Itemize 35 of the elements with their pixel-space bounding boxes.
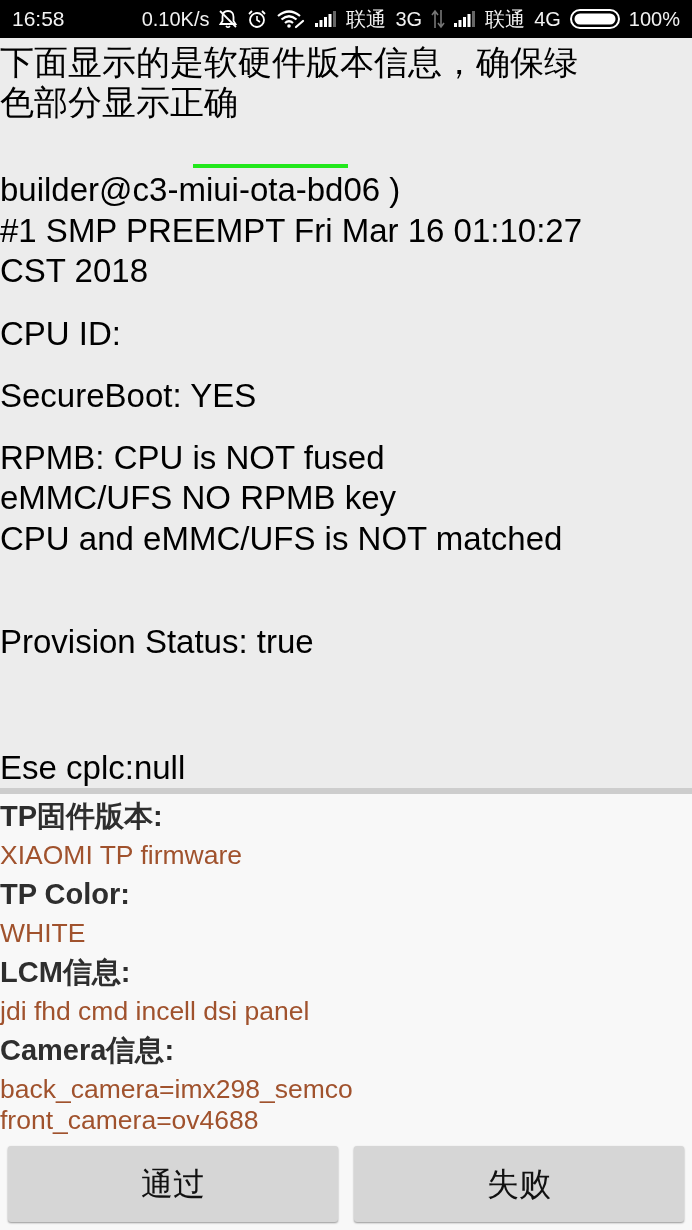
info-text: Provision Status: true [0, 622, 315, 662]
info-text: eMMC/UFS NO RPMB key [0, 478, 398, 518]
detail-value: WHITE [0, 917, 87, 950]
clock-time: 16:58 [12, 6, 65, 33]
pass-button[interactable]: 通过 [8, 1146, 338, 1222]
info-text: CPU and eMMC/UFS is NOT matched [0, 518, 564, 559]
network-speed: 0.10K/s [141, 7, 210, 32]
info-text: SecureBoot: YES [0, 376, 258, 416]
data-arrows-icon [431, 9, 446, 29]
signal-icon [315, 11, 338, 27]
info-text: RPMB: CPU is NOT fused [0, 437, 386, 478]
info-text: #1 SMP PREEMPT Fri Mar 16 01:10:27 [0, 210, 584, 251]
wifi-icon [276, 9, 307, 29]
battery-percent: 100% [628, 7, 680, 32]
detail-label: Camera信息: [0, 1033, 176, 1068]
network-type: 3G [395, 7, 423, 32]
detail-value: XIAOMI TP firmware [0, 839, 243, 872]
carrier-name: 联通 [485, 7, 526, 32]
signal-icon [454, 11, 477, 27]
fail-button[interactable]: 失败 [354, 1146, 684, 1222]
alarm-clock-icon [247, 9, 268, 29]
muted-bell-icon [218, 9, 239, 29]
info-text: CST 2018 [0, 251, 149, 291]
detail-value: back_camera=imx298_semco front_camera=ov4688 [0, 1073, 354, 1137]
detail-label: LCM信息: [0, 955, 132, 990]
battery-icon [569, 8, 620, 30]
detail-value: jdi fhd cmd incell dsi panel [0, 995, 311, 1028]
info-text: CPU ID: [0, 313, 122, 354]
info-text: builder@c3-miui-ota-bd06 ) [0, 170, 402, 210]
carrier-name: 联通 [346, 7, 387, 32]
detail-label: TP Color: [0, 877, 131, 912]
instruction-text: 下面显示的是软硬件版本信息，确保绿色部分显示正确 [0, 42, 579, 122]
detail-label: TP固件版本: [0, 799, 164, 834]
network-type: 4G [534, 7, 561, 32]
info-text: Ese cplc:null [0, 747, 187, 788]
